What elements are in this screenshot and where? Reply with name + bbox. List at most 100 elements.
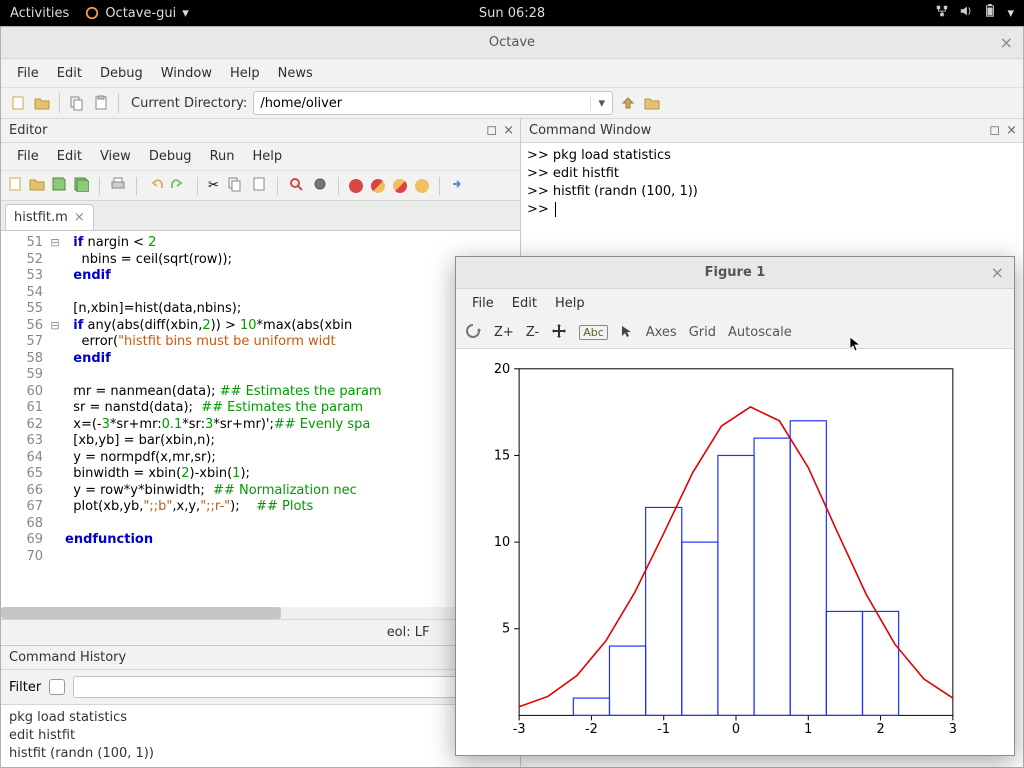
- code-line[interactable]: 68: [1, 516, 520, 533]
- pan-icon[interactable]: [551, 323, 567, 343]
- code-line[interactable]: 56⊟ if any(abs(diff(xbin,2)) > 10*max(ab…: [1, 318, 520, 335]
- battery-icon[interactable]: [983, 4, 997, 22]
- history-item[interactable]: pkg load statistics: [9, 709, 512, 727]
- editor-menu-run[interactable]: Run: [202, 145, 243, 168]
- dock-close-icon[interactable]: ×: [1006, 123, 1017, 138]
- code-line[interactable]: 58 endif: [1, 351, 520, 368]
- figure-menu-file[interactable]: File: [464, 292, 502, 315]
- dock-float-icon[interactable]: ◻: [486, 123, 497, 138]
- current-directory-input[interactable]: [254, 96, 590, 111]
- history-filter-checkbox[interactable]: [49, 679, 65, 695]
- code-line[interactable]: 61 sr = nanstd(data); ## Estimates the p…: [1, 400, 520, 417]
- figure-window[interactable]: Figure 1 × File Edit Help Z+ Z- Abc Axes…: [455, 256, 1015, 756]
- directory-dropdown-icon[interactable]: ▾: [590, 96, 612, 111]
- breakpoint-icon[interactable]: [349, 179, 363, 193]
- activities-button[interactable]: Activities: [10, 6, 69, 21]
- history-item[interactable]: edit histfit: [9, 727, 512, 745]
- paste-icon[interactable]: [92, 94, 110, 112]
- directory-up-icon[interactable]: [619, 94, 637, 112]
- text-icon[interactable]: Abc: [579, 325, 608, 340]
- axes-button[interactable]: Axes: [646, 325, 677, 340]
- current-directory-combo[interactable]: ▾: [253, 91, 613, 115]
- zoom-in-button[interactable]: Z+: [494, 325, 514, 340]
- code-line[interactable]: 69endfunction: [1, 532, 520, 549]
- save-icon[interactable]: [51, 176, 67, 196]
- history-list[interactable]: pkg load statisticsedit histfithistfit (…: [1, 704, 520, 767]
- code-line[interactable]: 57 error("histfit bins must be uniform w…: [1, 334, 520, 351]
- step-icon[interactable]: [450, 176, 466, 196]
- code-line[interactable]: 70: [1, 549, 520, 566]
- menu-debug[interactable]: Debug: [92, 62, 151, 85]
- breakpoint-cond-icon[interactable]: [371, 179, 385, 193]
- code-line[interactable]: 67 plot(xb,yb,";;b",x,y,";;r-"); ## Plot…: [1, 499, 520, 516]
- open-folder-icon[interactable]: [33, 94, 51, 112]
- code-line[interactable]: 53 endif: [1, 268, 520, 285]
- redo-icon[interactable]: [171, 176, 187, 196]
- paste-icon-2[interactable]: [251, 176, 267, 196]
- code-line[interactable]: 54: [1, 285, 520, 302]
- code-line[interactable]: 60 mr = nanmean(data); ## Estimates the …: [1, 384, 520, 401]
- code-line[interactable]: 55 [n,xbin]=hist(data,nbins);: [1, 301, 520, 318]
- window-close-button[interactable]: ×: [1000, 33, 1013, 52]
- clock[interactable]: Sun 06:28: [479, 6, 545, 21]
- code-editor[interactable]: 51⊟ if nargin < 252 nbins = ceil(sqrt(ro…: [1, 231, 520, 619]
- editor-menu-help[interactable]: Help: [245, 145, 291, 168]
- grid-button[interactable]: Grid: [689, 325, 716, 340]
- print-icon[interactable]: [110, 176, 126, 196]
- volume-icon[interactable]: [959, 4, 973, 22]
- copy-icon-2[interactable]: [227, 176, 243, 196]
- tab-close-icon[interactable]: ×: [74, 210, 85, 225]
- select-icon[interactable]: [620, 324, 634, 342]
- autoscale-button[interactable]: Autoscale: [728, 325, 792, 340]
- find-icon[interactable]: [288, 176, 304, 196]
- browse-folder-icon[interactable]: [643, 94, 661, 112]
- dock-close-icon[interactable]: ×: [503, 123, 514, 138]
- editor-tab-histfit[interactable]: histfit.m ×: [5, 204, 94, 230]
- code-line[interactable]: 59: [1, 367, 520, 384]
- figure-menu-edit[interactable]: Edit: [504, 292, 545, 315]
- figure-canvas[interactable]: -3-2-101235101520: [456, 349, 1014, 755]
- editor-menu-view[interactable]: View: [92, 145, 139, 168]
- breakpoint-clear-icon[interactable]: [415, 179, 429, 193]
- menu-file[interactable]: File: [9, 62, 47, 85]
- copy-icon[interactable]: [68, 94, 86, 112]
- breakpoint-toggle-icon[interactable]: [393, 179, 407, 193]
- figure-titlebar[interactable]: Figure 1 ×: [456, 257, 1014, 289]
- system-menu-chevron-icon[interactable]: ▾: [1007, 6, 1014, 21]
- network-icon[interactable]: [935, 4, 949, 22]
- menu-help[interactable]: Help: [222, 62, 268, 85]
- code-line[interactable]: 65 binwidth = xbin(2)-xbin(1);: [1, 466, 520, 483]
- dock-float-icon[interactable]: ◻: [989, 123, 1000, 138]
- command-history-title[interactable]: Command History: [1, 646, 520, 670]
- editor-dock-title[interactable]: Editor ◻×: [1, 119, 520, 143]
- code-line[interactable]: 66 y = row*y*binwidth; ## Normalization …: [1, 483, 520, 500]
- editor-hscrollbar[interactable]: [1, 607, 520, 619]
- code-line[interactable]: 64 y = normpdf(x,mr,sr);: [1, 450, 520, 467]
- code-line[interactable]: 63 [xb,yb] = bar(xbin,n);: [1, 433, 520, 450]
- run-icon[interactable]: [312, 176, 328, 196]
- rotate-icon[interactable]: [464, 322, 482, 344]
- save-all-icon[interactable]: [73, 176, 89, 196]
- editor-menu-file[interactable]: File: [9, 145, 47, 168]
- code-line[interactable]: 62 x=(-3*sr+mr:0.1*sr:3*sr+mr)';## Evenl…: [1, 417, 520, 434]
- code-line[interactable]: 52 nbins = ceil(sqrt(row));: [1, 252, 520, 269]
- editor-menu-edit[interactable]: Edit: [49, 145, 90, 168]
- menu-window[interactable]: Window: [153, 62, 220, 85]
- history-filter-input[interactable]: [73, 676, 512, 698]
- zoom-out-button[interactable]: Z-: [526, 325, 539, 340]
- new-file-icon[interactable]: [7, 176, 23, 196]
- window-titlebar[interactable]: Octave ×: [1, 27, 1023, 59]
- undo-icon[interactable]: [147, 176, 163, 196]
- menu-edit[interactable]: Edit: [49, 62, 90, 85]
- editor-menu-debug[interactable]: Debug: [141, 145, 200, 168]
- command-window-title[interactable]: Command Window ◻×: [521, 119, 1023, 143]
- figure-menu-help[interactable]: Help: [547, 292, 593, 315]
- code-line[interactable]: 51⊟ if nargin < 2: [1, 235, 520, 252]
- history-item[interactable]: histfit (randn (100, 1)): [9, 745, 512, 763]
- open-file-icon[interactable]: [29, 176, 45, 196]
- new-script-icon[interactable]: [9, 94, 27, 112]
- menu-news[interactable]: News: [270, 62, 321, 85]
- figure-close-button[interactable]: ×: [991, 263, 1004, 282]
- cut-icon[interactable]: ✂: [208, 178, 219, 193]
- app-menu[interactable]: Octave-gui ▾: [85, 6, 188, 21]
